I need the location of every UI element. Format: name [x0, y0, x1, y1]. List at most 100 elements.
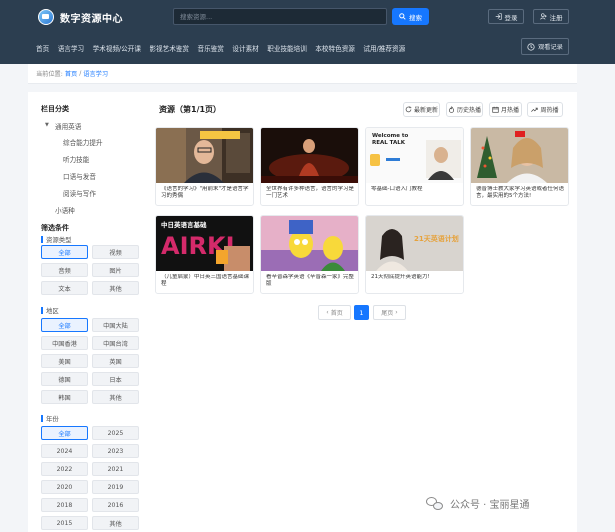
watermark: 公众号 · 宝丽星通 — [426, 496, 530, 511]
resource-card[interactable]: 看辛普森学英语《辛普森一家》完整版 — [260, 215, 359, 294]
nav-item-home[interactable]: 首页 — [36, 43, 49, 53]
calendar-icon — [492, 106, 499, 113]
breadcrumb-current[interactable]: 语言学习 — [83, 69, 108, 78]
filter-region-usa[interactable]: 美国 — [41, 354, 88, 368]
chevron-right-icon: › — [395, 309, 398, 316]
tree-item-minor-languages[interactable]: 小语种 — [55, 205, 75, 215]
trend-up-icon — [531, 107, 539, 112]
resource-card-title[interactable]: （儿童启蒙）中日英三国语言基础课程 — [161, 274, 251, 289]
resource-card-title[interactable]: 看辛普森学英语《辛普森一家》完整版 — [266, 274, 356, 289]
site-title[interactable]: 数字资源中心 — [60, 10, 123, 25]
filter-title: 筛选条件 — [41, 224, 69, 232]
nav-item-music[interactable]: 音乐鉴赏 — [198, 43, 224, 53]
tree-item-comprehensive[interactable]: 综合能力提升 — [63, 137, 103, 147]
video-thumbnail[interactable] — [156, 128, 254, 183]
filter-type-video[interactable]: 视频 — [92, 245, 139, 259]
filter-region-uk[interactable]: 英国 — [92, 354, 139, 368]
filter-year-2018[interactable]: 2018 — [41, 498, 88, 512]
search-button[interactable]: 搜索 — [392, 8, 429, 25]
watch-history-label: 观看记录 — [538, 44, 563, 51]
first-page-button[interactable]: ‹ 首页 — [318, 305, 351, 320]
filter-type-all[interactable]: 全部 — [41, 245, 88, 259]
resource-card-title[interactable]: 全世界有许多种语言，语言的学习是一门艺术 — [266, 186, 356, 201]
filter-year-2016[interactable]: 2016 — [92, 498, 139, 512]
video-thumbnail[interactable] — [261, 128, 359, 183]
filter-region-japan[interactable]: 日本 — [92, 372, 139, 386]
search-icon — [399, 13, 406, 20]
nav-item-trial[interactable]: 试用/推荐资源 — [363, 43, 405, 53]
filter-year-2021[interactable]: 2021 — [92, 462, 139, 476]
nav-item-academic[interactable]: 学术视频/公开课 — [93, 43, 141, 53]
main-nav: 首页 语言学习 学术视频/公开课 影视艺术鉴赏 音乐鉴赏 设计素材 职业技能培训… — [36, 43, 405, 53]
nav-item-vocational[interactable]: 职业技能培训 — [267, 43, 307, 53]
filter-year-2024[interactable]: 2024 — [41, 444, 88, 458]
tree-item-listening[interactable]: 听力技能 — [63, 154, 89, 164]
filter-year-other[interactable]: 其他 — [92, 516, 139, 530]
filter-region-hongkong[interactable]: 中国香港 — [41, 336, 88, 350]
thumbnail-overlay-text: Welcome to REAL TALK — [372, 133, 409, 146]
wechat-icon — [426, 496, 444, 511]
chevron-left-icon: ‹ — [326, 309, 329, 316]
filter-year-2023[interactable]: 2023 — [92, 444, 139, 458]
resource-card-title[interactable]: 零基础-口语入门教程 — [371, 186, 461, 193]
filter-type-image[interactable]: 图片 — [92, 263, 139, 277]
filter-region-all[interactable]: 全部 — [41, 318, 88, 332]
category-title: 栏目分类 — [41, 105, 69, 113]
filter-year-2022[interactable]: 2022 — [41, 462, 88, 476]
site-logo-icon[interactable] — [38, 9, 54, 25]
last-page-button[interactable]: 尾页 › — [373, 305, 406, 320]
breadcrumb-separator: / — [79, 70, 82, 77]
video-thumbnail[interactable] — [471, 128, 569, 183]
resource-card[interactable]: 21天英语计划 21天彻底提升英语能力! — [365, 215, 464, 294]
filter-year-2015[interactable]: 2015 — [41, 516, 88, 530]
breadcrumb-prefix: 当前位置: — [36, 71, 63, 78]
filter-year-2025[interactable]: 2025 — [92, 426, 139, 440]
resource-card[interactable]: 德普博士教大家学习英语或者任何语言，最实用的5个方法! — [470, 127, 569, 206]
resource-card[interactable]: AIRKI 中日英语言基础 （儿童启蒙）中日英三国语言基础课程 — [155, 215, 254, 294]
caret-down-icon[interactable]: ▼ — [45, 122, 49, 128]
resource-list-title: 资源（第1/1页） — [159, 105, 222, 114]
tree-item-speaking[interactable]: 口语与发音 — [63, 171, 96, 181]
resource-card[interactable]: Welcome to REAL TALK 零基础-口语入门教程 — [365, 127, 464, 206]
page-number-current[interactable]: 1 — [354, 305, 369, 320]
filter-region-germany[interactable]: 德国 — [41, 372, 88, 386]
tree-item-general-english[interactable]: 通用英语 — [55, 121, 81, 131]
filter-type-audio[interactable]: 音频 — [41, 263, 88, 277]
filter-type-text[interactable]: 文本 — [41, 281, 88, 295]
register-button[interactable]: 注册 — [533, 9, 569, 24]
sort-monthly-hot-button[interactable]: 月热播 — [489, 102, 522, 117]
filter-year-2019[interactable]: 2019 — [92, 480, 139, 494]
clock-icon — [527, 42, 535, 51]
resource-card[interactable]: 《语言的学习》"用前末"才是语言学习的秀偶 — [155, 127, 254, 206]
resource-card-title[interactable]: 《语言的学习》"用前末"才是语言学习的秀偶 — [161, 186, 251, 201]
breadcrumb-home-link[interactable]: 首页 — [65, 69, 77, 78]
video-thumbnail[interactable] — [261, 216, 359, 271]
nav-item-language[interactable]: 语言学习 — [58, 43, 84, 53]
filter-region-mainland[interactable]: 中国大陆 — [92, 318, 139, 332]
login-label: 登录 — [504, 13, 518, 22]
sort-weekly-hot-button[interactable]: 周热播 — [527, 102, 563, 117]
nav-item-school[interactable]: 本校特色资源 — [315, 43, 355, 53]
add-user-icon — [539, 13, 547, 20]
resource-card-title[interactable]: 21天彻底提升英语能力! — [371, 274, 461, 281]
filter-year-2020[interactable]: 2020 — [41, 480, 88, 494]
filter-year-all[interactable]: 全部 — [41, 426, 88, 440]
watch-history-button[interactable]: 观看记录 — [521, 38, 569, 55]
nav-item-film-art[interactable]: 影视艺术鉴赏 — [149, 43, 189, 53]
filter-region-taiwan[interactable]: 中国台湾 — [92, 336, 139, 350]
first-page-label: 首页 — [330, 310, 343, 317]
resource-card[interactable]: 全世界有许多种语言，语言的学习是一门艺术 — [260, 127, 359, 206]
filter-region-other[interactable]: 其他 — [92, 390, 139, 404]
sort-latest-button[interactable]: 最新更新 — [403, 102, 440, 117]
filter-region-korea[interactable]: 韩国 — [41, 390, 88, 404]
nav-item-design[interactable]: 设计素材 — [232, 43, 258, 53]
sort-latest-label: 最新更新 — [413, 107, 438, 114]
sort-weekly-hot-label: 周热播 — [540, 107, 559, 114]
search-input[interactable] — [173, 8, 387, 25]
tree-item-reading-writing[interactable]: 阅读与写作 — [63, 188, 96, 198]
sort-history-hot-button[interactable]: 历史热播 — [446, 102, 483, 117]
resource-card-title[interactable]: 德普博士教大家学习英语或者任何语言，最实用的5个方法! — [476, 186, 566, 201]
filter-type-other[interactable]: 其他 — [92, 281, 139, 295]
login-button[interactable]: 登录 — [488, 9, 524, 24]
watermark-text: 公众号 · 宝丽星通 — [450, 500, 530, 511]
